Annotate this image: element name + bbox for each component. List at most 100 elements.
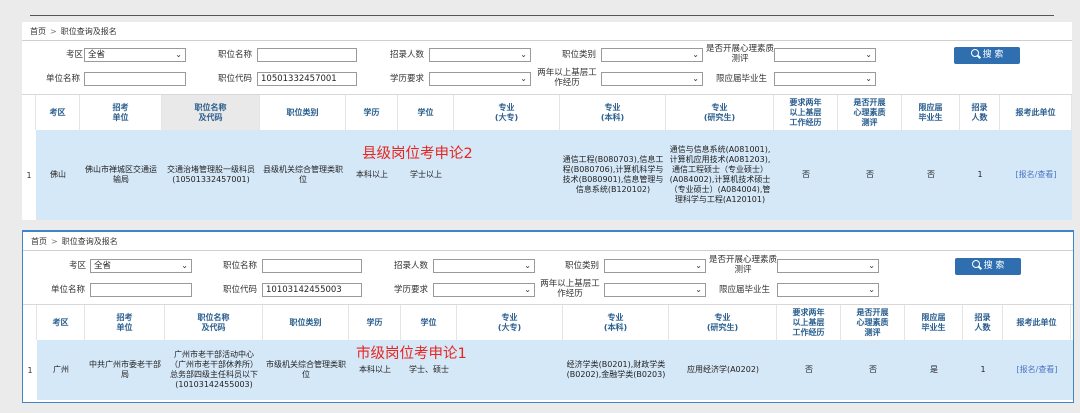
zwdm-label: 职位代码 <box>218 74 253 84</box>
zwlb-select[interactable]: ⌄ <box>601 48 703 62</box>
cell-benke: 通信工程(B080703),信息工程(B080706),计算机科学与技术(B08… <box>562 155 664 194</box>
search-icon <box>971 260 980 268</box>
breadcrumb-home[interactable]: 首页 <box>30 27 46 36</box>
xlyq-select[interactable]: ⌄ <box>429 72 531 86</box>
breadcrumb: 首页 > 职位查询及报名 <box>31 237 118 246</box>
row-number: 1 <box>23 340 37 400</box>
zwlb-select[interactable]: ⌄ <box>604 259 706 273</box>
cell-kaoqu: 佛山 <box>50 170 66 179</box>
table-row: 1 佛山 佛山市禅城区交通运输局 交通治堵管理股一级科员 (1050133245… <box>22 130 1072 220</box>
chevron-down-icon: ⌄ <box>695 285 702 294</box>
cell-zhiwei: 广州市老干部活动中心（广州市老干部休养所）总务部四级主任科员以下 (101031… <box>170 350 258 389</box>
cell-yingjie: 否 <box>927 170 935 179</box>
header-zhiwei: 职位名称 及代码 <box>162 95 260 131</box>
cell-zhiwei: 交通治堵管理股一级科员 (10501332457001) <box>167 165 255 184</box>
dwmc-input[interactable] <box>84 72 186 86</box>
zwdm-input[interactable]: 10501332457001 <box>257 72 357 86</box>
row-number: 1 <box>22 130 36 220</box>
header-danwei: 招考 单位 <box>85 305 165 341</box>
header-yingjie: 限应届 毕业生 <box>902 95 960 131</box>
cell-kaoqu: 广州 <box>53 365 69 374</box>
cell-xinli: 否 <box>869 365 877 374</box>
xyj-select[interactable]: ⌄ <box>777 283 879 297</box>
xlcp-select[interactable]: ⌄ <box>777 259 879 273</box>
results-table-header: 考区 招考 单位 职位名称 及代码 职位类别 学历 学位 专业 (大专) 专业 (本科)… <box>23 304 1073 342</box>
breadcrumb-divider <box>23 250 1073 251</box>
xlcp-select[interactable]: ⌄ <box>774 48 876 62</box>
kaoqu-label: 考区 <box>66 50 84 60</box>
top-divider <box>30 15 1054 16</box>
header-xinli: 是否开展 心理素质 测评 <box>841 305 905 341</box>
cell-jiceng: 否 <box>805 365 813 374</box>
cell-renshu: 1 <box>980 365 986 374</box>
header-danwei: 招考 单位 <box>80 95 162 131</box>
header-leibie: 职位类别 <box>260 95 346 131</box>
breadcrumb-divider <box>22 40 1072 41</box>
cell-xinli: 否 <box>866 170 874 179</box>
header-xueli: 学历 <box>346 95 398 131</box>
annotation-city-level: 市级岗位考申论1 <box>356 346 467 362</box>
zlrs-label: 招录人数 <box>394 261 429 271</box>
header-rownum <box>23 305 37 341</box>
apply-view-link[interactable]: [报名/查看] <box>1003 340 1071 400</box>
header-zhiwei: 职位名称 及代码 <box>165 305 263 341</box>
job-search-panel-2: 首页 > 职位查询及报名 考区 全省 ⌄ 职位名称 招录人数 ⌄ 职位类别 ⌄ 是否开… <box>22 230 1074 403</box>
apply-view-link[interactable]: [报名/查看] <box>1000 130 1072 220</box>
kaoqu-select[interactable]: 全省 ⌄ <box>90 259 192 273</box>
cell-renshu: 1 <box>977 170 983 179</box>
chevron-down-icon: ⌄ <box>524 261 531 270</box>
chevron-down-icon: ⌄ <box>865 50 872 59</box>
chevron-down-icon: ⌄ <box>868 285 875 294</box>
header-action: 报考此单位 <box>1003 305 1071 341</box>
jcjl-select[interactable]: ⌄ <box>604 283 706 297</box>
table-row: 1 广州 中共广州市委老干部局 广州市老干部活动中心（广州市老干部休养所）总务部… <box>23 340 1073 400</box>
header-yanjiusheng: 专业 (研究生) <box>669 305 777 341</box>
cell-leibie: 市级机关综合管理类职位 <box>266 360 346 379</box>
jcjl-select[interactable]: ⌄ <box>601 72 703 86</box>
breadcrumb-home[interactable]: 首页 <box>31 237 47 246</box>
zlrs-select[interactable]: ⌄ <box>433 259 535 273</box>
header-jiceng: 要求两年 以上基层 工作经历 <box>774 95 838 131</box>
chevron-down-icon: ⌄ <box>695 261 702 270</box>
cell-dazhuan <box>457 340 563 400</box>
zwdm-input[interactable]: 10103142455003 <box>262 283 362 297</box>
header-action: 报考此单位 <box>1000 95 1072 131</box>
zwmc-label: 职位名称 <box>223 261 258 271</box>
header-dazhuan: 专业 (大专) <box>457 305 563 341</box>
chevron-down-icon: ⌄ <box>520 50 527 59</box>
xyj-label: 限应届毕业生 <box>716 74 768 84</box>
zlrs-select[interactable]: ⌄ <box>429 48 531 62</box>
dwmc-input[interactable] <box>90 283 192 297</box>
dwmc-label: 单位名称 <box>46 74 81 84</box>
zwmc-label: 职位名称 <box>218 50 253 60</box>
xlcp-label: 是否开展心理素质测评 <box>706 44 775 64</box>
header-leibie: 职位类别 <box>263 305 349 341</box>
chevron-down-icon: ⌄ <box>692 74 699 83</box>
zwmc-input[interactable] <box>257 48 357 62</box>
zlrs-label: 招录人数 <box>390 50 425 60</box>
xlcp-label: 是否开展心理素质测评 <box>709 255 778 275</box>
search-button[interactable]: 搜 索 <box>955 258 1021 275</box>
kaoqu-select[interactable]: 全省 ⌄ <box>84 48 186 62</box>
chevron-down-icon: ⌄ <box>524 285 531 294</box>
cell-benke: 经济学类(B0201),财政学类(B0202),金融学类(B0203) <box>566 360 666 379</box>
header-benke: 专业 (本科) <box>560 95 666 131</box>
cell-danwei: 佛山市禅城区交通运输局 <box>85 165 157 184</box>
zwmc-input[interactable] <box>262 259 362 273</box>
header-benke: 专业 (本科) <box>563 305 669 341</box>
header-yanjiusheng: 专业 (研究生) <box>666 95 774 131</box>
header-rownum <box>22 95 36 131</box>
chevron-down-icon: ⌄ <box>181 261 188 270</box>
cell-yingjie: 是 <box>930 365 938 374</box>
search-button[interactable]: 搜 索 <box>954 47 1020 64</box>
xlyq-select[interactable]: ⌄ <box>433 283 535 297</box>
breadcrumb-current: 职位查询及报名 <box>61 237 118 246</box>
search-icon <box>970 49 979 57</box>
zwlb-label: 职位类别 <box>562 50 597 60</box>
breadcrumb-current: 职位查询及报名 <box>60 27 117 36</box>
breadcrumb: 首页 > 职位查询及报名 <box>30 27 117 36</box>
zwdm-label: 职位代码 <box>223 285 258 295</box>
cell-danwei: 中共广州市委老干部局 <box>89 360 161 379</box>
jcjl-label: 两年以上基层工作经历 <box>537 68 597 88</box>
xyj-select[interactable]: ⌄ <box>774 72 876 86</box>
